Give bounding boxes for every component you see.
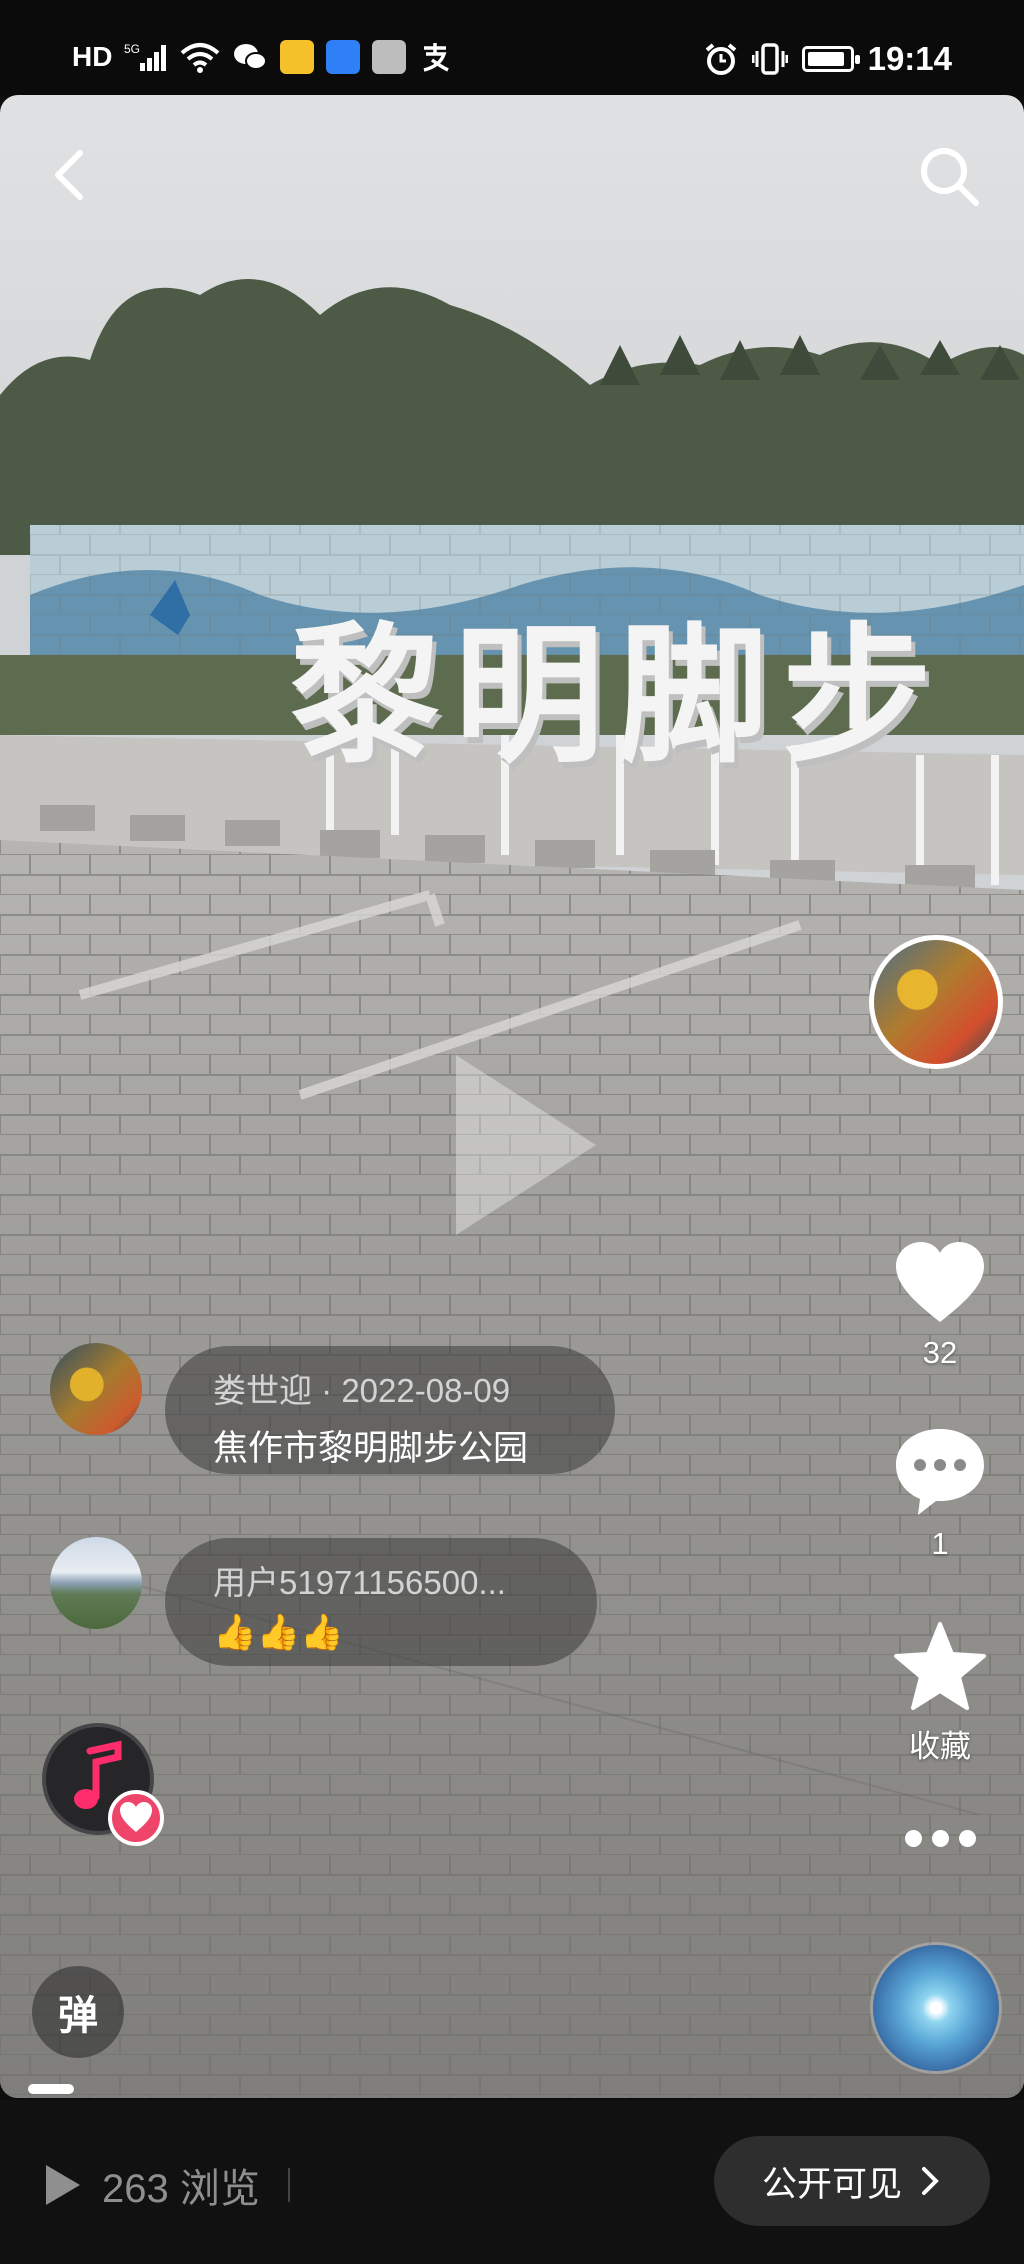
like-count: 32 [922,1335,958,1370]
gallery-icon [372,40,407,74]
heart-icon [120,1802,152,1832]
comment-button[interactable]: 1 [880,1425,1000,1562]
chevron-right-icon [922,2167,939,2195]
app-icon-yellow [280,40,315,74]
status-bar-left: HD 5G [72,40,452,74]
favorite-button[interactable]: 收藏 [880,1620,1000,1766]
alarm-icon [705,43,736,75]
author-avatar[interactable] [869,935,1003,1069]
hd-icon: HD [72,41,113,72]
comment-author-date: 用户51971156500... [213,1564,506,1601]
divider [287,2168,290,2202]
visibility-label: 公开可见 [761,2164,902,2204]
danmu-label: 弹 [58,1994,98,2038]
signal-label: 5G [124,42,140,56]
alipay-icon [423,43,450,72]
music-favorite-heart-icon[interactable] [108,1790,164,1846]
play-count-icon [46,2165,80,2205]
comment-count: 1 [931,1526,949,1561]
status-time: 19:14 [867,40,952,77]
danmu-toggle-button[interactable]: 弹 [32,1966,124,2058]
park-sign: 黎明脚步 [290,610,947,784]
star-icon [894,1622,986,1710]
bottom-bar: 263 浏览 公开可见 [0,2100,1024,2264]
wechat-icon [234,44,268,70]
comment-icon [896,1429,984,1515]
views-text: 263 浏览 [102,2167,260,2211]
comment-text: 👍👍👍 [213,1613,344,1652]
music-disc[interactable] [873,1945,999,2071]
back-icon[interactable] [40,135,100,215]
video-progress-bar[interactable] [28,2084,74,2094]
wifi-icon [181,43,220,73]
status-bar: HD 5G 19:14 [0,0,1024,96]
comment-author-date: 娄世迎 · 2022-08-09 [213,1372,511,1409]
comment-text: 焦作市黎明脚步公园 [213,1429,529,1468]
play-icon[interactable] [436,1045,606,1245]
battery-icon [801,46,860,72]
heart-icon [896,1242,984,1322]
app-icon-blue [326,40,361,74]
favorite-label: 收藏 [909,1729,971,1764]
battery-fill [807,52,844,66]
comment-bubble[interactable]: 用户51971156500... 👍👍👍 [165,1538,597,1666]
signal-icon: 5G [124,42,167,71]
comment-avatar[interactable] [50,1537,142,1629]
status-bar-right: 19:14 [704,40,952,78]
vibrate-icon [751,43,788,75]
visibility-button[interactable]: 公开可见 [714,2136,990,2226]
comment-bubble[interactable]: 娄世迎 · 2022-08-09 焦作市黎明脚步公园 [165,1346,615,1474]
view-count: 263 浏览 [42,2156,290,2214]
search-icon[interactable] [914,135,984,215]
comment-avatar[interactable] [50,1343,142,1435]
more-button[interactable] [880,1830,1000,1847]
like-button[interactable]: 32 [880,1240,1000,1371]
more-icon [880,1830,1000,1847]
